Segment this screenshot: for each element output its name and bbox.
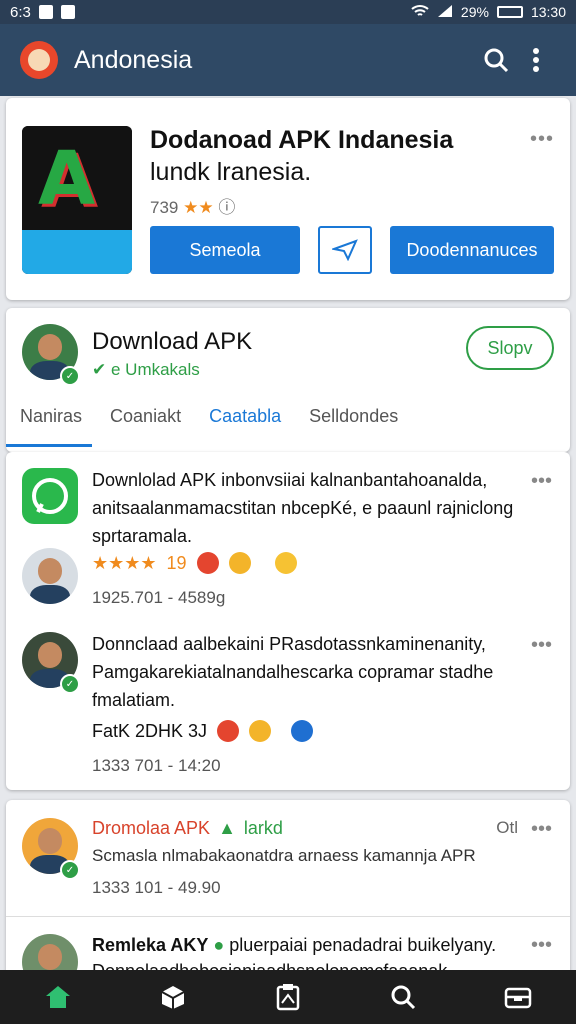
app-bar: Andonesia <box>0 24 576 96</box>
haha-reaction-icon[interactable] <box>249 720 272 742</box>
status-bar: 6:3 29% 13:30 <box>0 0 576 24</box>
post-author[interactable]: Remleka AKY <box>92 935 208 955</box>
star-rating-icon: ★★ <box>183 198 214 217</box>
post-meta: 1925.701 - 4589g <box>92 588 226 607</box>
more-horizontal-icon[interactable]: ••• <box>531 634 552 657</box>
post-tag: larkd <box>243 818 283 838</box>
more-horizontal-icon[interactable]: ••• <box>531 818 552 841</box>
share-button[interactable] <box>318 226 372 274</box>
post-meta: 1333 101 - 49.90 <box>92 878 221 897</box>
nav-inbox[interactable] <box>488 970 548 1024</box>
like-reaction-icon[interactable] <box>291 720 314 742</box>
verified-icon: ✓ <box>60 860 80 880</box>
profile-tag: ✔ e Umkakals <box>92 360 200 379</box>
nav-box[interactable] <box>143 970 203 1024</box>
search-icon <box>391 985 416 1010</box>
more-vertical-icon <box>533 48 539 72</box>
apk-app-icon[interactable]: A <box>22 126 132 274</box>
post-header: Dromolaa APK ▲ larkd <box>92 818 283 839</box>
post-author[interactable]: Dromolaa APK <box>92 818 210 839</box>
more-horizontal-icon[interactable]: ••• <box>530 128 554 151</box>
box-icon <box>161 986 185 1009</box>
post-meta: 1333 701 - 14:20 <box>92 756 221 775</box>
check-icon: ✔ <box>92 360 107 379</box>
profile-card: ✓ Download APK ✔ e Umkakals Slopv Nanira… <box>6 308 570 452</box>
secondary-action-button[interactable]: Doodennanuces <box>390 226 554 274</box>
bottom-navigation <box>0 970 576 1024</box>
post-extra: Otl <box>496 818 518 837</box>
clipboard-icon <box>276 984 300 1011</box>
avatar[interactable] <box>22 548 78 604</box>
notification-icon <box>60 5 75 19</box>
tab-4[interactable]: Selldondes <box>295 396 412 436</box>
more-horizontal-icon[interactable]: ••• <box>531 470 552 493</box>
verified-icon: ✓ <box>60 366 80 386</box>
divider <box>6 916 570 917</box>
profile-name: Download APK <box>92 328 253 355</box>
reaction-row: FatK 2DHK 3J <box>92 720 314 742</box>
rating-value: 739 <box>150 198 179 217</box>
app-title: Andonesia <box>74 45 193 74</box>
featured-subtitle: lundk lranesia. <box>150 158 312 186</box>
more-horizontal-icon[interactable]: ••• <box>531 934 552 957</box>
wow-reaction-icon[interactable] <box>274 552 297 574</box>
post-text: Scmasla nlmabakaonatdra arnaess kamannja… <box>92 846 476 865</box>
home-icon <box>45 986 70 1008</box>
search-icon <box>484 48 509 73</box>
overflow-menu-button[interactable] <box>516 40 556 80</box>
rating-number: 19 <box>166 552 187 573</box>
featured-title: Dodanoad APK Indanesia <box>150 126 454 154</box>
send-icon <box>332 239 358 261</box>
primary-action-button[interactable]: Semeola <box>150 226 300 274</box>
star-rating-icon: ★★★★ <box>92 552 157 573</box>
battery-percent: 29% <box>460 4 489 20</box>
posts-card: Downlolad APK inbonvsiiai kalnanbantahoa… <box>6 452 570 790</box>
app-logo <box>20 41 58 79</box>
nav-clipboard[interactable] <box>258 970 318 1024</box>
tab-2[interactable]: Coaniakt <box>96 396 195 436</box>
tab-indicator <box>6 444 92 447</box>
love-reaction-icon[interactable] <box>217 720 240 742</box>
post-text: Downlolad APK inbonvsiiai kalnanbantahoa… <box>92 470 514 546</box>
info-icon: ⓘ <box>218 198 236 217</box>
reaction-row: ★★★★ 19 <box>92 552 297 574</box>
featured-rating: 739 ★★ ⓘ <box>150 193 235 218</box>
verified-icon: ● <box>213 935 225 955</box>
post-text: Donnclaad aalbekaini PRasdotassnkaminena… <box>92 634 494 710</box>
follow-button[interactable]: Slopv <box>466 326 554 370</box>
clock: 13:30 <box>530 4 566 20</box>
love-reaction-icon[interactable] <box>196 552 219 574</box>
search-button[interactable] <box>476 40 516 80</box>
notification-icon <box>38 5 53 19</box>
haha-reaction-icon[interactable] <box>228 552 251 574</box>
nav-home[interactable] <box>28 970 88 1024</box>
tab-1[interactable]: Naniras <box>6 396 96 436</box>
battery-icon <box>496 6 523 18</box>
inbox-icon <box>505 987 532 1009</box>
signal-icon <box>437 4 453 21</box>
thumbs-up-icon: ▲ <box>218 818 236 838</box>
tab-3[interactable]: Caatabla <box>195 396 295 436</box>
featured-apk-card: A Dodanoad APK Indanesia lundk lranesia.… <box>6 98 570 300</box>
reaction-label: FatK 2DHK 3J <box>92 720 208 741</box>
nav-search[interactable] <box>373 970 433 1024</box>
status-left-text: 6:3 <box>10 3 31 21</box>
verified-icon: ✓ <box>60 674 80 694</box>
whatsapp-icon <box>22 468 78 524</box>
wifi-icon <box>411 4 429 21</box>
